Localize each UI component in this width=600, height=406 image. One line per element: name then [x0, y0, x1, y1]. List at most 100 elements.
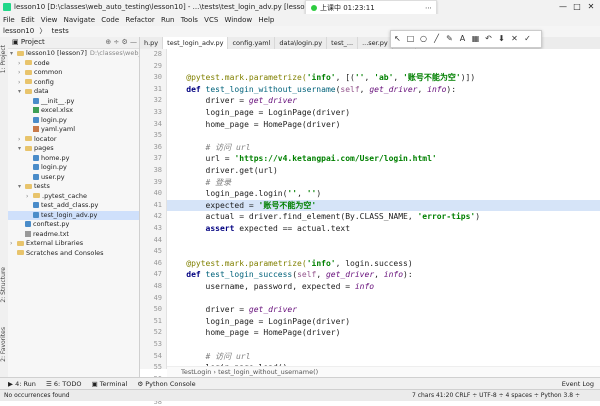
- code-line[interactable]: actual = driver.find_element(By.CLASS_NA…: [167, 211, 600, 223]
- tree-item[interactable]: test_login_adv.py: [8, 210, 139, 220]
- tree-item[interactable]: login.py: [8, 116, 139, 126]
- tree-item[interactable]: ▾ lesson10 [lesson7]D:\classes\web_a: [8, 49, 139, 59]
- code-line[interactable]: [167, 293, 600, 305]
- code-line[interactable]: [167, 246, 600, 258]
- settings-icon[interactable]: ⊕ ÷ ⚙ —: [105, 38, 137, 46]
- project-tool-tab[interactable]: 1: Project: [0, 45, 8, 73]
- code-line[interactable]: [167, 49, 600, 61]
- line-icon[interactable]: ╱: [430, 31, 443, 47]
- code-line[interactable]: # 访问 url: [167, 351, 600, 363]
- expand-arrow-icon[interactable]: ›: [18, 78, 25, 88]
- expand-arrow-icon[interactable]: ▾: [18, 87, 25, 97]
- expand-arrow-icon[interactable]: ›: [18, 59, 25, 69]
- expand-arrow-icon[interactable]: ▾: [18, 144, 25, 154]
- tree-item[interactable]: ▾ tests: [8, 182, 139, 192]
- expand-arrow-icon[interactable]: ›: [26, 192, 33, 202]
- code-line[interactable]: login_page = LoginPage(driver): [167, 316, 600, 328]
- editor-tab[interactable]: test_...: [327, 37, 359, 49]
- tree-item[interactable]: › .pytest_cache: [8, 192, 139, 202]
- tree-item[interactable]: conftest.py: [8, 220, 139, 230]
- tree-item[interactable]: home.py: [8, 154, 139, 164]
- tree-item[interactable]: › External Libraries: [8, 239, 139, 249]
- code-line[interactable]: login_page.login('', ''): [167, 188, 600, 200]
- select-icon[interactable]: ↖: [391, 31, 404, 47]
- tree-item[interactable]: readme.txt: [8, 230, 139, 240]
- menu-run[interactable]: Run: [161, 14, 174, 26]
- code-line[interactable]: [167, 339, 600, 351]
- close-icon[interactable]: ✕: [508, 31, 521, 47]
- breadcrumb-text[interactable]: TestLogin › test_login_without_username(…: [181, 368, 318, 376]
- tree-item[interactable]: user.py: [8, 173, 139, 183]
- tree-item[interactable]: yaml.yaml: [8, 125, 139, 135]
- menu-vcs[interactable]: VCS: [204, 14, 218, 26]
- code-line[interactable]: # 登录: [167, 177, 600, 189]
- code-line[interactable]: [167, 61, 600, 73]
- code-line[interactable]: [167, 130, 600, 142]
- code-line[interactable]: home_page = HomePage(driver): [167, 327, 600, 339]
- expand-arrow-icon[interactable]: ▾: [10, 49, 17, 59]
- code-line[interactable]: driver = get_driver: [167, 95, 600, 107]
- code-line[interactable]: @pytest.mark.parametrize('info', login.s…: [167, 258, 600, 270]
- menu-help[interactable]: Help: [258, 14, 274, 26]
- tree-item[interactable]: __init__.py: [8, 97, 139, 107]
- expand-arrow-icon[interactable]: ›: [18, 68, 25, 78]
- code-line[interactable]: url = 'https://v4.ketangpai.com/User/log…: [167, 153, 600, 165]
- mosaic-icon[interactable]: ▦: [469, 31, 482, 47]
- undo-icon[interactable]: ↶: [482, 31, 495, 47]
- editor-tab[interactable]: h.py: [140, 37, 164, 49]
- tree-item[interactable]: test_add_class.py: [8, 201, 139, 211]
- code-line[interactable]: driver.get(url): [167, 165, 600, 177]
- favorites-tool-tab[interactable]: 2: Favorites: [0, 327, 8, 362]
- expand-arrow-icon[interactable]: ›: [18, 135, 25, 145]
- menu-refactor[interactable]: Refactor: [125, 14, 154, 26]
- code-editor[interactable]: @pytest.mark.parametrize('info', [('', '…: [167, 49, 600, 369]
- menu-view[interactable]: View: [41, 14, 58, 26]
- pen-icon[interactable]: ✎: [443, 31, 456, 47]
- editor-tab[interactable]: config.yaml: [228, 37, 276, 49]
- tree-item[interactable]: Scratches and Consoles: [8, 249, 139, 259]
- more-icon[interactable]: ⋯: [425, 1, 432, 15]
- minimize-button[interactable]: —: [556, 0, 570, 14]
- editor-tab[interactable]: data\login.py: [275, 37, 328, 49]
- menu-window[interactable]: Window: [225, 14, 253, 26]
- tree-item[interactable]: ▾ data: [8, 87, 139, 97]
- tree-item[interactable]: › config: [8, 78, 139, 88]
- code-line[interactable]: username, password, expected = info: [167, 281, 600, 293]
- menu-file[interactable]: File: [3, 14, 15, 26]
- confirm-icon[interactable]: ✓: [521, 31, 534, 47]
- menu-code[interactable]: Code: [101, 14, 119, 26]
- tree-item[interactable]: › common: [8, 68, 139, 78]
- code-line[interactable]: login_page = LoginPage(driver): [167, 107, 600, 119]
- code-line[interactable]: # 访问 url: [167, 142, 600, 154]
- code-line[interactable]: def test_login_without_username(self, ge…: [167, 84, 600, 96]
- save-icon[interactable]: ⬇: [495, 31, 508, 47]
- structure-tool-tab[interactable]: 2: Structure: [0, 267, 8, 303]
- code-line[interactable]: expected = '账号不能为空': [167, 199, 600, 212]
- editor-tab[interactable]: ...ser.py: [358, 37, 393, 49]
- tree-item[interactable]: ▾ pages: [8, 144, 139, 154]
- code-line[interactable]: home_page = HomePage(driver): [167, 119, 600, 131]
- text-icon[interactable]: A: [456, 31, 469, 47]
- menu-tools[interactable]: Tools: [181, 14, 198, 26]
- menu-navigate[interactable]: Navigate: [64, 14, 95, 26]
- close-window-button[interactable]: ✕: [584, 0, 598, 14]
- nav-folder[interactable]: tests: [52, 26, 69, 37]
- menu-edit[interactable]: Edit: [21, 14, 35, 26]
- code-line[interactable]: assert expected == actual.text: [167, 223, 600, 235]
- nav-project[interactable]: lesson10: [3, 26, 34, 37]
- rectangle-icon[interactable]: □: [404, 31, 417, 47]
- code-line[interactable]: def test_login_success(self, get_driver,…: [167, 269, 600, 281]
- project-panel-title[interactable]: Project: [21, 38, 45, 46]
- tree-item[interactable]: › code: [8, 59, 139, 69]
- code-line[interactable]: [167, 235, 600, 247]
- code-line[interactable]: @pytest.mark.parametrize('info', [('', '…: [167, 72, 600, 84]
- expand-arrow-icon[interactable]: ▾: [18, 182, 25, 192]
- tree-item[interactable]: login.py: [8, 163, 139, 173]
- expand-arrow-icon[interactable]: ›: [10, 239, 17, 249]
- maximize-button[interactable]: □: [570, 0, 584, 14]
- tree-item[interactable]: excel.xlsx: [8, 106, 139, 116]
- status-info[interactable]: 7 chars 41:20 CRLF ÷ UTF-8 ÷ 4 spaces ÷ …: [412, 390, 580, 401]
- code-line[interactable]: driver = get_driver: [167, 304, 600, 316]
- tree-item[interactable]: › locator: [8, 135, 139, 145]
- ellipse-icon[interactable]: ○: [417, 31, 430, 47]
